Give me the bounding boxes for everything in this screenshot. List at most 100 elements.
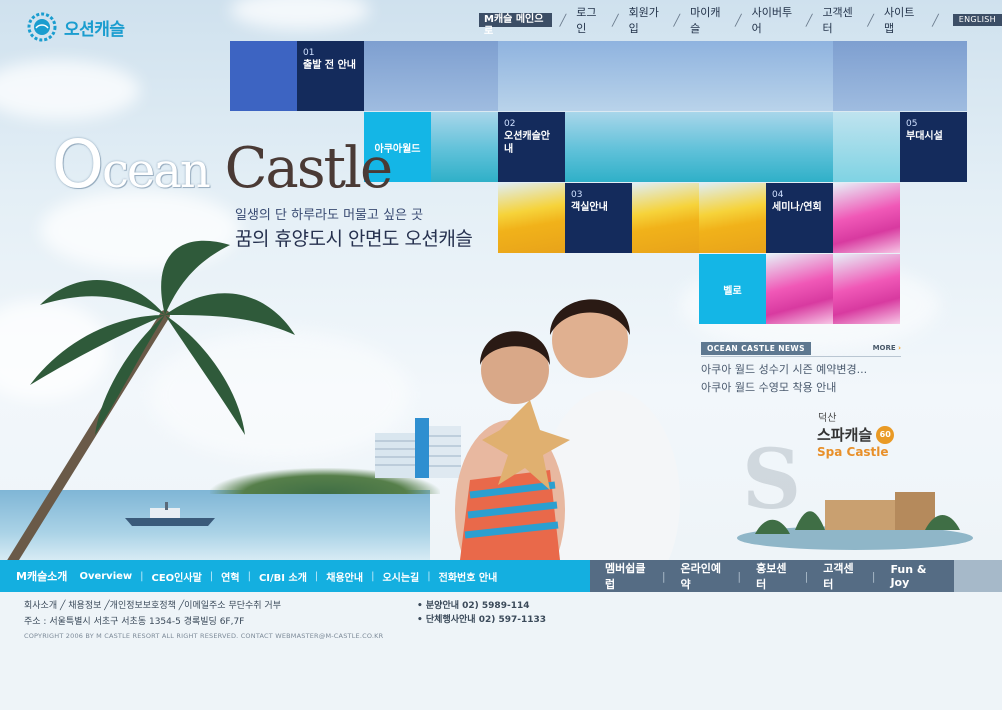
nav-separator: ╱ [735,13,742,27]
ci-bi-link[interactable]: CI/BI 소개 [259,569,307,584]
tile-title: 오션캐슬안내 [504,131,550,155]
chevron-right-icon: › [898,344,901,352]
spa-badge: 60 [876,425,895,444]
photo-tile [766,112,833,182]
signup-link[interactable]: 회원가입 [629,4,666,36]
photo-tile [565,41,632,111]
photo-tile [833,254,900,324]
footer-address: 주소 : 서울특별시 서초구 서초동 1354-5 경록빌딩 6F,7F [24,617,245,627]
photo-tile [431,112,498,182]
tagline-small: 일생의 단 하루라도 머물고 싶은 곳 [235,208,424,223]
tile-number: 01 [303,48,315,58]
recruit-link[interactable]: 채용안내 [326,569,363,584]
customer-center-link[interactable]: 고객센터 [808,560,871,592]
fun-joy-link[interactable]: Fun & Joy [875,563,954,589]
sun-gear-icon [27,12,57,42]
cyber-tour-link[interactable]: 사이버투어 [752,4,798,36]
site-logo[interactable]: 오션캐슬 [26,11,125,43]
menu-divider: | [247,570,251,582]
footer-copyright: COPYRIGHT 2006 BY M CASTLE RESORT ALL RI… [24,632,384,640]
photo-tile [498,183,565,253]
online-reservation-link[interactable]: 온라인예약 [666,560,738,592]
tile-title: 부대시설 [906,131,943,142]
photo-tile [766,41,833,111]
news-more-link[interactable]: MORE › [873,344,901,352]
photo-tile [565,112,632,182]
photo-tile [900,41,967,111]
spa-watermark-s: S [742,432,802,528]
news-list: 아쿠아 월드 성수기 시즌 예약변경... 아쿠아 월드 수영모 착용 안내 [701,357,901,396]
tile-room-guide[interactable]: 03 객실안내 [565,183,632,253]
tile-number: 02 [504,119,516,129]
spa-location: 덕산 [818,413,837,424]
tile-number: 05 [906,119,918,129]
more-label: MORE [872,344,896,352]
title-o: O [52,126,104,203]
nav-separator: ╱ [673,13,681,27]
m-castle-main-button[interactable]: M캐슬 메인으로 [479,13,552,37]
menu-divider: | [371,570,375,582]
sitemap-link[interactable]: 사이트 맵 [884,4,924,36]
top-navigation: M캐슬 메인으로 ╱ 로그인 ╱ 회원가입 ╱ 마이캐슬 ╱ 사이버투어 ╱ 고… [479,6,1002,37]
logo-text: 오션캐슬 [64,19,125,40]
sales-contact: • 분양안내 02) 5989-114 [417,601,530,611]
spa-name-english: Spa Castle [817,445,889,459]
phone-guide-link[interactable]: 전화번호 안내 [439,569,498,584]
english-button[interactable]: ENGLISH [952,14,1002,26]
company-menu: M캐슬소개 Overview | CEO인사말 | 연혁 | CI/BI 소개 … [0,560,590,592]
menu-divider: | [140,570,144,582]
ocean-castle-title: Ocean Castle [52,130,393,206]
my-castle-link[interactable]: 마이캐슬 [690,4,727,36]
news-item[interactable]: 아쿠아 월드 성수기 시즌 예약변경... [701,362,901,378]
tile-ocean-castle-guide[interactable]: 02 오션캐슬안내 [498,112,565,182]
nav-separator: ╱ [867,13,874,27]
footer-links[interactable]: 회사소개 ╱ 채용정보 ╱개인정보보호정책 ╱이메일주소 무단수취 거부 [24,598,281,611]
spa-castle-banner[interactable]: 덕산 스파캐슬 60 Spa Castle [817,409,937,459]
nav-separator: ╱ [932,13,939,27]
nav-separator: ╱ [805,13,813,27]
photo-tile [766,254,833,324]
title-castle: Castle [208,136,394,201]
pr-center-link[interactable]: 홍보센터 [741,560,804,592]
photo-tile [632,41,699,111]
ceo-greeting-link[interactable]: CEO인사말 [152,569,202,584]
photo-tile [833,41,900,111]
tile-bellow[interactable]: 벨로 [699,254,766,324]
photo-tile [833,112,900,182]
cloud [0,60,140,120]
customer-center-link[interactable]: 고객센터 [822,4,859,36]
news-item[interactable]: 아쿠아 월드 수영모 착용 안내 [701,380,901,396]
tile-seminar-banquet[interactable]: 04 세미나/연회 [766,183,833,253]
service-menu: 멤버쉽클럽 | 온라인예약 | 홍보센터 | 고객센터 | Fun & Joy [590,560,954,592]
photo-tile [833,183,900,253]
title-ocean: cean [101,143,211,199]
photo-tile [699,183,766,253]
tile-title: 출발 전 안내 [303,60,356,71]
spa-name: 스파캐슬 [817,426,873,444]
spa-name-row: 스파캐슬 60 [817,424,937,445]
cloud [230,0,370,30]
history-link[interactable]: 연혁 [221,569,239,584]
directions-link[interactable]: 오시는길 [382,569,419,584]
menu-divider: | [314,570,319,582]
brand-title-block: Ocean Castle [52,130,393,210]
decor-tile [230,41,297,111]
photo-tile [632,112,699,182]
tile-amenities[interactable]: 05 부대시설 [900,112,967,182]
overview-link[interactable]: Overview [79,571,132,582]
login-link[interactable]: 로그인 [576,4,604,36]
menu-divider: | [427,570,431,582]
photo-tile [364,41,431,111]
menu-tail [954,560,1002,592]
tile-pre-departure-guide[interactable]: 01 출발 전 안내 [297,41,364,111]
photo-tile [431,41,498,111]
tile-number: 04 [772,190,784,200]
photo-tile [498,41,565,111]
tile-title: 세미나/연회 [772,202,822,213]
group-event-contact: • 단체행사안내 02) 597-1133 [417,615,547,625]
company-menu-head[interactable]: M캐슬소개 [16,568,67,584]
tagline-large: 꿈의 휴양도시 안면도 오션캐슬 [235,228,473,250]
news-badge: OCEAN CASTLE NEWS [701,341,811,355]
membership-club-link[interactable]: 멤버쉽클럽 [590,560,662,592]
tile-title: 객실안내 [571,202,608,213]
